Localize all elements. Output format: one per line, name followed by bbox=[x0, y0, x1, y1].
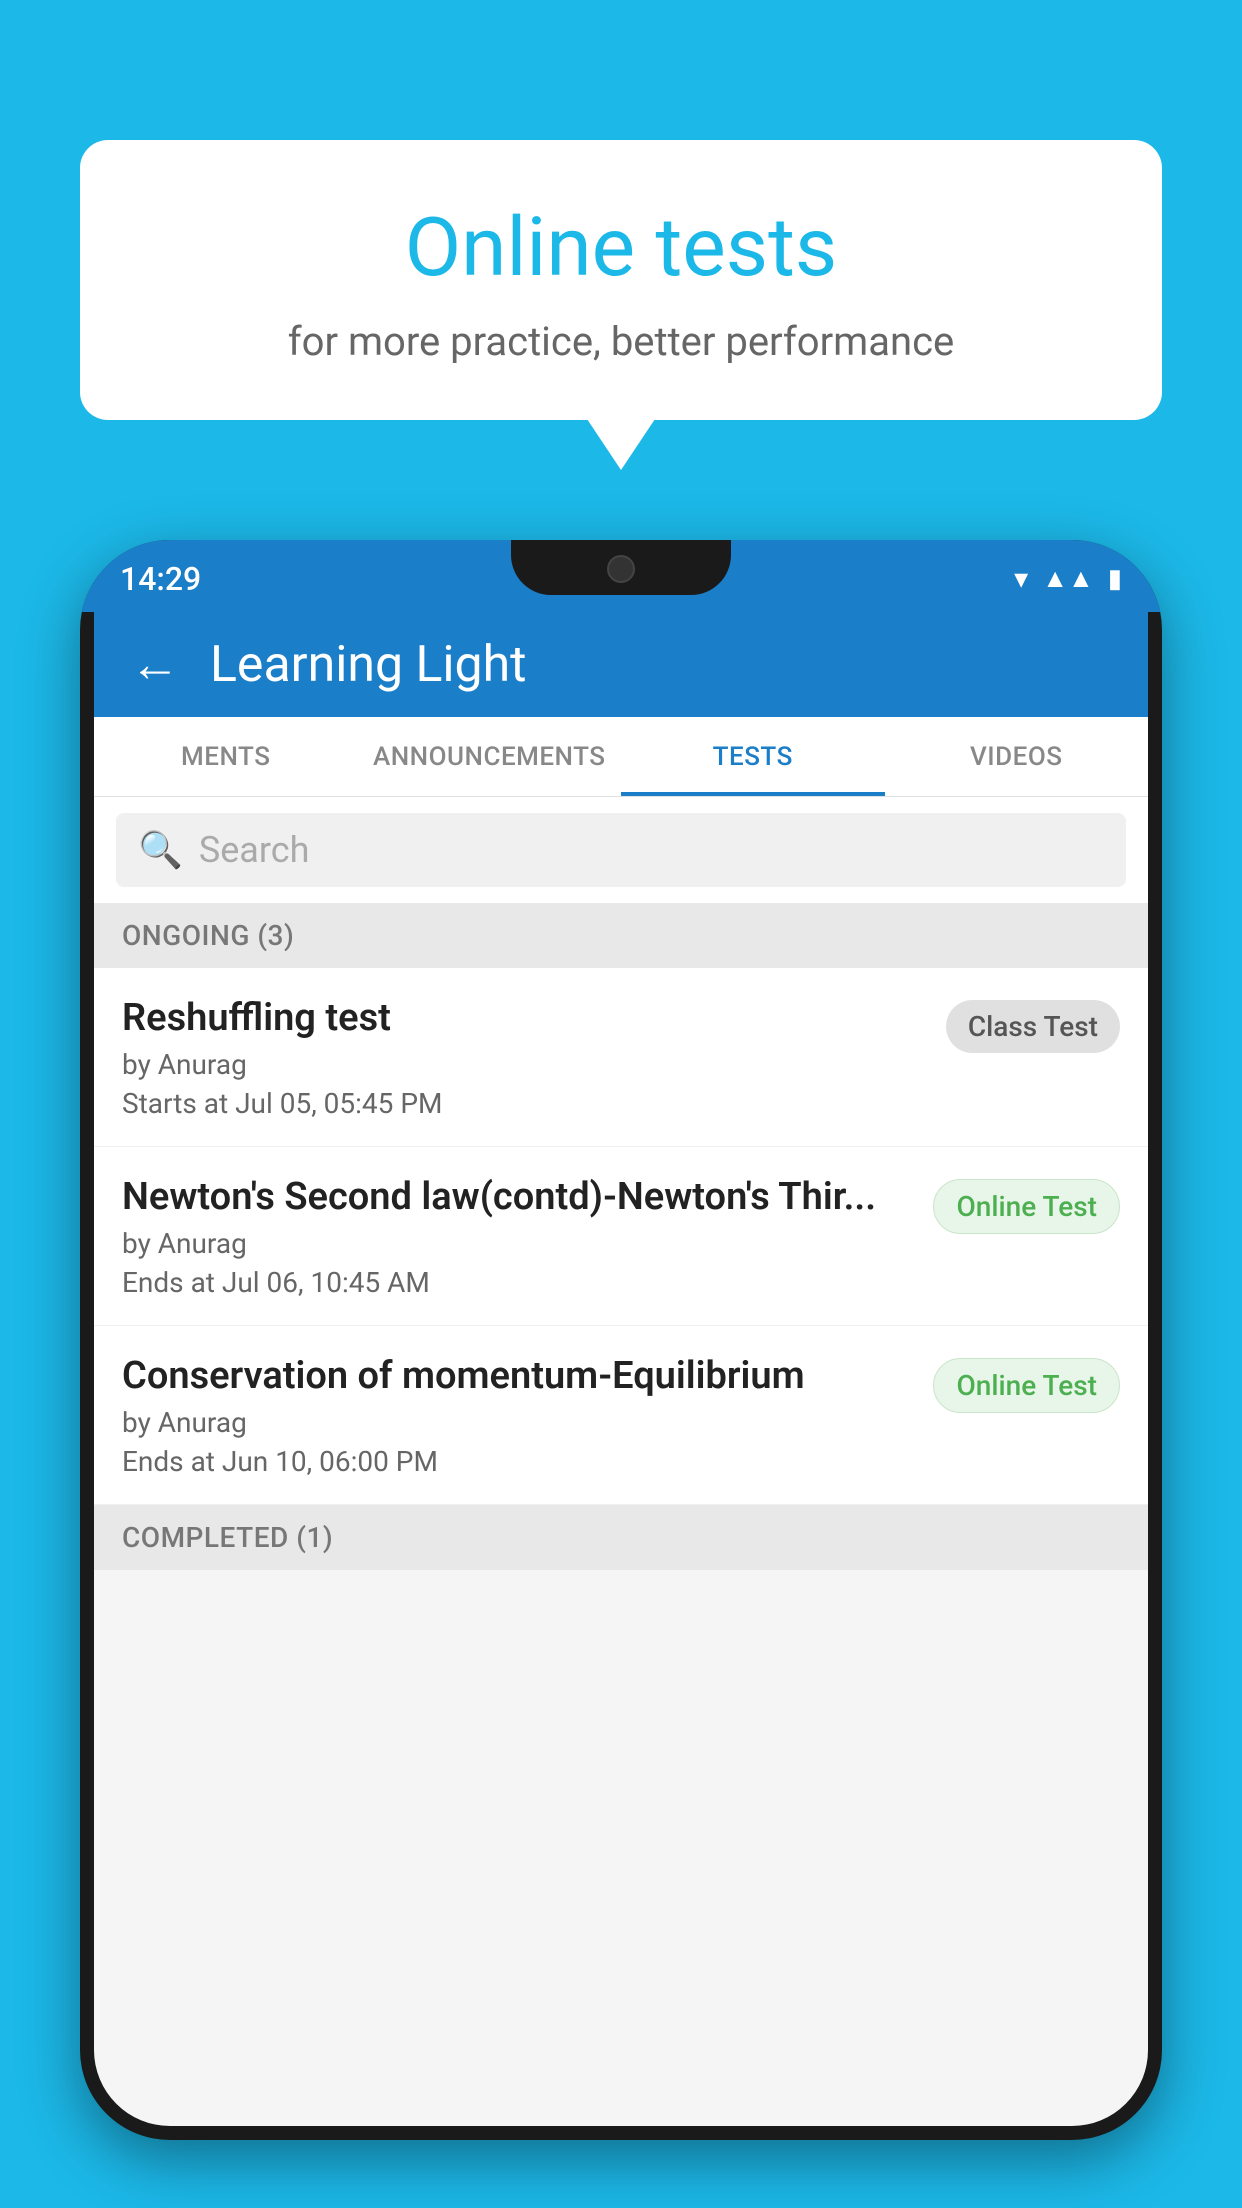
completed-title: COMPLETED (1) bbox=[122, 1521, 333, 1554]
tab-announcements[interactable]: ANNOUNCEMENTS bbox=[358, 717, 622, 796]
search-input[interactable]: Search bbox=[199, 829, 310, 871]
ongoing-section-header: ONGOING (3) bbox=[94, 903, 1148, 968]
battery-icon: ▮ bbox=[1108, 564, 1122, 594]
front-camera bbox=[607, 555, 635, 583]
promo-bubble: Online tests for more practice, better p… bbox=[80, 140, 1162, 420]
test-item[interactable]: Newton's Second law(contd)-Newton's Thir… bbox=[94, 1147, 1148, 1326]
test-item[interactable]: Reshuffling test by Anurag Starts at Jul… bbox=[94, 968, 1148, 1147]
completed-section-header: COMPLETED (1) bbox=[94, 1505, 1148, 1570]
test-info: Conservation of momentum-Equilibrium by … bbox=[122, 1354, 913, 1478]
test-time: Ends at Jul 06, 10:45 AM bbox=[122, 1266, 913, 1299]
tab-videos[interactable]: VIDEOS bbox=[885, 717, 1149, 796]
test-author: by Anurag bbox=[122, 1406, 913, 1439]
test-author: by Anurag bbox=[122, 1048, 926, 1081]
wifi-icon: ▾ bbox=[1014, 562, 1028, 595]
phone-container: 14:29 ▾ ▲▲ ▮ ← Learning Light MENTS ANNO… bbox=[80, 540, 1162, 2208]
status-icons: ▾ ▲▲ ▮ bbox=[1014, 557, 1122, 595]
test-time: Ends at Jun 10, 06:00 PM bbox=[122, 1445, 913, 1478]
app-header: ← Learning Light bbox=[94, 612, 1148, 717]
phone-frame: 14:29 ▾ ▲▲ ▮ ← Learning Light MENTS ANNO… bbox=[80, 540, 1162, 2140]
bubble-subtitle: for more practice, better performance bbox=[150, 318, 1092, 365]
test-name: Reshuffling test bbox=[122, 996, 926, 1040]
tabs-bar: MENTS ANNOUNCEMENTS TESTS VIDEOS bbox=[94, 717, 1148, 797]
search-container: 🔍 Search bbox=[94, 797, 1148, 903]
search-icon: 🔍 bbox=[138, 829, 183, 871]
back-button[interactable]: ← bbox=[130, 635, 180, 694]
app-screen: ← Learning Light MENTS ANNOUNCEMENTS TES… bbox=[94, 612, 1148, 2126]
status-time: 14:29 bbox=[120, 555, 201, 598]
search-bar[interactable]: 🔍 Search bbox=[116, 813, 1126, 887]
test-name: Newton's Second law(contd)-Newton's Thir… bbox=[122, 1175, 913, 1219]
ongoing-title: ONGOING (3) bbox=[122, 919, 294, 952]
test-item[interactable]: Conservation of momentum-Equilibrium by … bbox=[94, 1326, 1148, 1505]
test-badge-online: Online Test bbox=[933, 1358, 1120, 1413]
tab-ments[interactable]: MENTS bbox=[94, 717, 358, 796]
phone-notch bbox=[511, 540, 731, 595]
test-author: by Anurag bbox=[122, 1227, 913, 1260]
test-time: Starts at Jul 05, 05:45 PM bbox=[122, 1087, 926, 1120]
app-title: Learning Light bbox=[210, 636, 527, 694]
test-info: Reshuffling test by Anurag Starts at Jul… bbox=[122, 996, 926, 1120]
test-info: Newton's Second law(contd)-Newton's Thir… bbox=[122, 1175, 913, 1299]
tests-list: Reshuffling test by Anurag Starts at Jul… bbox=[94, 968, 1148, 1505]
test-badge-online: Online Test bbox=[933, 1179, 1120, 1234]
tab-tests[interactable]: TESTS bbox=[621, 717, 885, 796]
bubble-title: Online tests bbox=[150, 200, 1092, 296]
speech-bubble: Online tests for more practice, better p… bbox=[80, 140, 1162, 420]
signal-icon: ▲▲ bbox=[1042, 563, 1093, 594]
test-name: Conservation of momentum-Equilibrium bbox=[122, 1354, 913, 1398]
test-badge-class: Class Test bbox=[946, 1000, 1120, 1053]
